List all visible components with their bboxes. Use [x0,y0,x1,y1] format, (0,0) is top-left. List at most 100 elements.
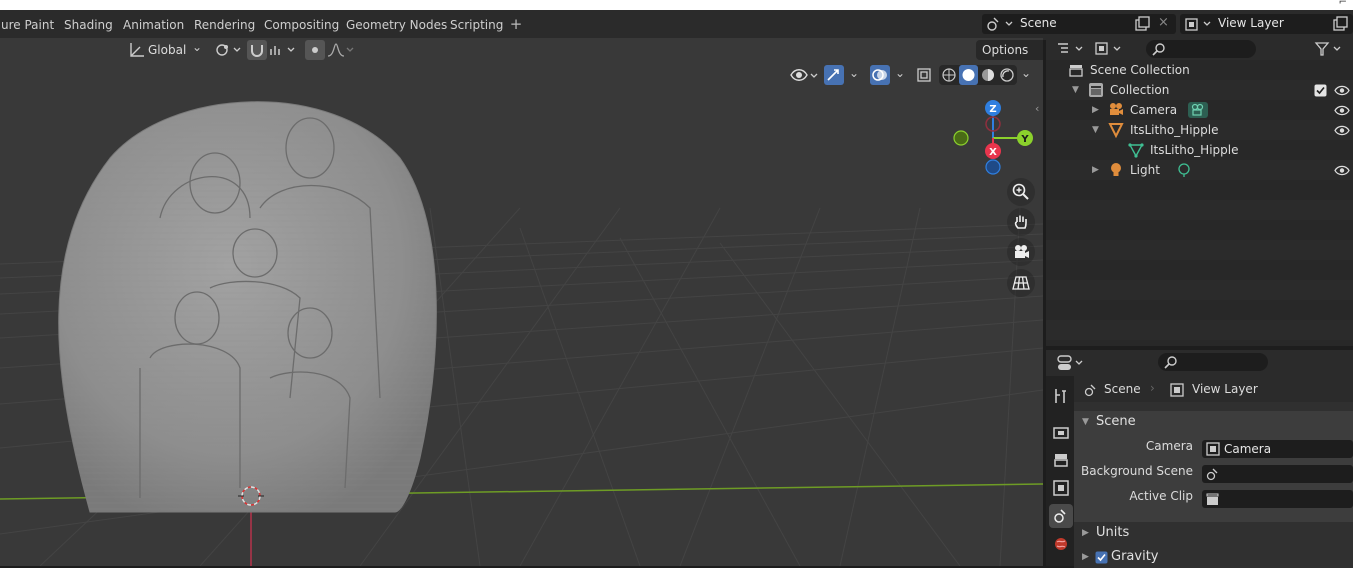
tab-animation[interactable]: Animation [116,14,191,36]
view-layer-selector[interactable]: View Layer [1180,14,1353,34]
properties-search-input[interactable] [1158,353,1268,371]
display-mode-icon[interactable] [1094,41,1126,57]
filter-icon[interactable] [1314,41,1348,57]
outliner-row-camera[interactable]: ▶ Camera [1046,100,1353,120]
background-scene-field[interactable] [1202,465,1353,483]
outliner-row-collection[interactable]: ▼ Collection [1046,80,1353,100]
properties-editor-type-icon[interactable] [1056,354,1088,372]
pivot-point-icon[interactable] [214,41,244,59]
eye-icon[interactable] [1334,164,1350,177]
expand-triangle-icon: ▶ [1082,552,1089,562]
camera-field-icon [1206,442,1220,456]
outliner-item-label: ItsLitho_Hipple [1130,123,1219,137]
tab-shading[interactable]: Shading [57,14,120,36]
outliner-row-light[interactable]: ▶ Light [1046,160,1353,180]
tab-texture-paint[interactable]: ure Paint [0,14,61,36]
eye-icon[interactable] [1334,124,1350,137]
gizmo-dropdown-chevron-icon[interactable]: ⌄ [849,66,859,80]
transform-orientation-icon [130,43,144,57]
tab-scene[interactable] [1049,504,1073,528]
tab-render[interactable] [1049,420,1073,444]
tab-scripting[interactable]: Scripting [443,14,510,36]
units-panel-header[interactable]: ▶ Units [1074,522,1353,544]
eye-icon[interactable] [1334,84,1350,97]
eye-icon[interactable] [1334,104,1350,117]
overlays-toggle[interactable] [870,65,890,85]
perspective-toggle-button[interactable] [1007,269,1035,297]
tab-view-layer[interactable] [1049,476,1073,500]
tab-tool[interactable] [1049,384,1073,408]
expand-triangle-icon[interactable]: ▶ [1092,100,1099,120]
material-shading-icon[interactable] [980,67,996,83]
grid-perspective-icon [1012,276,1030,290]
tab-geometry-nodes[interactable]: Geometry Nodes [339,14,454,36]
visibility-eye-icon[interactable] [789,65,821,85]
camera-data-badge[interactable] [1188,102,1208,118]
viewport-canvas[interactable] [0,38,1043,566]
rendered-shading-icon[interactable] [999,67,1015,83]
proportional-edit-icon [312,47,318,53]
gravity-checkbox[interactable] [1095,551,1108,564]
3d-viewport[interactable]: Global ⌄ Options ⌄ ⌄ ⌄ ⌄ Z [0,38,1043,566]
zoom-button[interactable] [1007,178,1035,206]
tab-compositing[interactable]: Compositing [257,14,346,36]
solid-shading-icon [962,69,975,81]
view-layer-name-field[interactable]: View Layer [1218,16,1284,30]
outliner-row-scene-collection[interactable]: Scene Collection [1046,60,1353,80]
copy-scene-icon[interactable] [1134,16,1152,32]
transform-orientation-dropdown[interactable]: Global [148,40,186,60]
outliner-item-label: Collection [1110,83,1170,97]
scene-panel-header[interactable]: ▼ Scene [1074,411,1353,433]
checkbox-checked-icon[interactable] [1314,84,1327,97]
options-dropdown[interactable]: Options ⌄ [976,40,1043,77]
camera-view-button[interactable] [1007,238,1035,266]
window-corner-glyph: ⌐ [1338,0,1347,8]
snap-target-icon[interactable] [268,41,298,59]
tab-output[interactable] [1049,448,1073,472]
scene-selector[interactable]: Scene × [982,14,1176,34]
active-clip-field[interactable] [1202,490,1353,508]
gizmo-toggle[interactable] [824,65,844,85]
wireframe-shading-icon[interactable] [941,67,957,83]
neg-y-axis-handle[interactable] [953,130,969,146]
outliner-row-itslitho-mesh[interactable]: ItsLitho_Hipple [1046,140,1353,160]
collection-icon [1069,65,1083,77]
camera-field[interactable]: Camera [1202,440,1353,458]
expand-triangle-icon[interactable]: ▶ [1092,160,1099,180]
neg-z-axis-handle[interactable] [985,159,1001,175]
outliner-empty-row [1046,300,1353,320]
falloff-icon[interactable] [326,41,356,59]
outliner-row-itslitho-object[interactable]: ▼ ItsLitho_Hipple [1046,120,1353,140]
snap-toggle[interactable] [247,40,267,60]
scene-name-field[interactable]: Scene [1020,16,1057,30]
breadcrumb-separator-icon: › [1150,381,1155,395]
delete-scene-icon[interactable]: × [1158,15,1169,30]
xray-icon[interactable] [915,66,935,86]
scene-panel-title: Scene [1096,414,1136,429]
gravity-panel-header[interactable]: ▶ Gravity [1074,546,1353,568]
pan-button[interactable] [1007,208,1035,236]
background-scene-label: Background Scene [1081,464,1193,478]
editor-type-icon[interactable] [1056,41,1088,57]
proportional-edit-toggle[interactable] [305,40,325,60]
expand-triangle-icon[interactable]: ▼ [1092,120,1099,140]
tab-rendering[interactable]: Rendering [187,14,262,36]
tab-world[interactable] [1049,532,1073,556]
outliner-empty-row [1046,200,1353,220]
outliner-search-input[interactable] [1146,40,1256,58]
overlays-dropdown-chevron-icon[interactable]: ⌄ [895,66,905,80]
shading-dropdown-chevron-icon[interactable]: ⌄ [1021,66,1031,80]
copy-view-layer-icon[interactable] [1332,16,1350,32]
sidebar-toggle-chevron-icon[interactable]: ‹ [1035,102,1039,115]
expand-triangle-icon[interactable]: ▼ [1072,80,1079,100]
solid-shading-button[interactable] [959,65,978,85]
outliner-empty-row [1046,220,1353,240]
expand-triangle-icon: ▶ [1082,528,1089,538]
navigation-axis-gizmo[interactable]: Z Y X [948,96,1040,180]
properties-panel: Scene › View Layer ▼ Scene Camera Camera… [1046,350,1353,568]
add-workspace-button[interactable]: + [506,14,526,36]
outliner-panel: Scene Collection ▼ Collection ▶ Camera ▼… [1046,38,1353,346]
active-clip-label: Active Clip [1129,489,1193,503]
chevron-down-icon[interactable]: ⌄ [192,40,202,54]
light-data-icon[interactable] [1176,162,1192,178]
